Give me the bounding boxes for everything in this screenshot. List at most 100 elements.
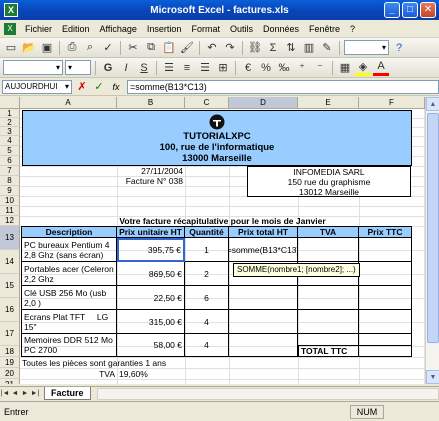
column-header-e[interactable]: E xyxy=(298,97,359,109)
row-header[interactable]: 19 xyxy=(0,357,20,368)
menu-outils[interactable]: Outils xyxy=(225,24,258,34)
cancel-icon[interactable]: ✗ xyxy=(75,80,89,93)
align-left-icon[interactable]: ☰ xyxy=(161,60,177,76)
menu-edition[interactable]: Edition xyxy=(57,24,95,34)
item-tva[interactable] xyxy=(298,334,359,346)
drawing-icon[interactable]: ✎ xyxy=(319,40,335,56)
vertical-scrollbar[interactable]: ▲ ▼ xyxy=(425,97,439,384)
align-center-icon[interactable]: ≡ xyxy=(179,60,195,76)
increase-decimal-icon[interactable]: ⁺ xyxy=(294,60,310,76)
chart-icon[interactable]: ▥ xyxy=(301,40,317,56)
menu-insertion[interactable]: Insertion xyxy=(142,24,187,34)
header-total-ht[interactable]: Prix total HT xyxy=(229,226,298,238)
decrease-decimal-icon[interactable]: ⁻ xyxy=(312,60,328,76)
row-header[interactable]: 20 xyxy=(0,368,20,379)
item-description[interactable]: Clé USB 256 Mo (usb 2,0 ) xyxy=(21,286,117,310)
row-header[interactable]: 10 xyxy=(0,196,20,206)
tva-value[interactable]: 19,60% xyxy=(117,368,185,379)
font-select[interactable]: ▾ xyxy=(3,60,63,75)
fill-color-icon[interactable]: ◈ xyxy=(355,60,371,76)
preview-icon[interactable]: ⌕ xyxy=(82,40,98,56)
horizontal-scrollbar[interactable] xyxy=(96,387,439,400)
maximize-button[interactable]: □ xyxy=(402,2,418,18)
row-header[interactable]: 17 xyxy=(0,322,20,346)
help-icon[interactable]: ? xyxy=(391,40,407,56)
name-box[interactable]: AUJOURDHUI ▾ xyxy=(2,79,72,94)
item-qty[interactable]: 4 xyxy=(185,334,229,357)
close-button[interactable]: ✕ xyxy=(420,2,436,18)
row-header[interactable]: 15 xyxy=(0,274,20,298)
column-header-f[interactable]: F xyxy=(359,97,425,109)
menu-format[interactable]: Format xyxy=(186,24,225,34)
header-quantity[interactable]: Quantité xyxy=(185,226,229,238)
row-header[interactable]: 14 xyxy=(0,250,20,274)
select-all-corner[interactable] xyxy=(0,97,20,109)
item-ttc[interactable] xyxy=(359,238,412,262)
borders-icon[interactable]: ▦ xyxy=(337,60,353,76)
menu-donnees[interactable]: Données xyxy=(258,24,304,34)
cut-icon[interactable]: ✂ xyxy=(125,40,141,56)
total-ttc-value[interactable] xyxy=(359,346,412,357)
column-header-a[interactable]: A xyxy=(20,97,117,109)
item-price[interactable]: 869,50 € xyxy=(117,262,185,286)
table-title[interactable]: Votre facture récapitulative pour le moi… xyxy=(20,216,425,226)
row-header[interactable]: 13 xyxy=(0,226,20,250)
item-price[interactable]: 315,00 € xyxy=(117,310,185,334)
copy-icon[interactable]: ⧉ xyxy=(143,40,159,56)
sheet-tab-facture[interactable]: Facture xyxy=(44,387,91,400)
menu-fichier[interactable]: Fichier xyxy=(20,24,57,34)
invoice-number[interactable]: Facture N° 038 xyxy=(117,176,185,186)
font-color-icon[interactable]: A xyxy=(373,60,389,76)
font-size-select[interactable]: ▾ xyxy=(65,60,91,75)
item-total[interactable] xyxy=(229,286,298,310)
row-header[interactable]: 9 xyxy=(0,186,20,196)
item-price[interactable]: 22,50 € xyxy=(117,286,185,310)
bold-icon[interactable]: G xyxy=(100,60,116,76)
item-total-editing[interactable]: =somme(B13*C13) xyxy=(229,238,298,262)
italic-icon[interactable]: I xyxy=(118,60,134,76)
item-ttc[interactable] xyxy=(359,286,412,310)
worksheet-grid[interactable]: A B C D E F 1 2 3 4 5 6 7 8 9 10 11 12 1… xyxy=(0,97,439,384)
item-ttc[interactable] xyxy=(359,310,412,334)
row-header[interactable]: 5 xyxy=(0,146,20,156)
print-icon[interactable]: ⎙ xyxy=(64,40,80,56)
row-header[interactable]: 8 xyxy=(0,176,20,186)
percent-icon[interactable]: % xyxy=(258,60,274,76)
paste-icon[interactable]: 📋 xyxy=(161,40,177,56)
row-header[interactable]: 12 xyxy=(0,216,20,226)
row-header[interactable]: 4 xyxy=(0,136,20,146)
document-icon[interactable]: X xyxy=(4,22,16,35)
item-qty[interactable]: 2 xyxy=(185,262,229,286)
sort-asc-icon[interactable]: ⇅ xyxy=(283,40,299,56)
spellcheck-icon[interactable]: ✓ xyxy=(100,40,116,56)
accept-icon[interactable]: ✓ xyxy=(92,80,106,93)
total-ttc-label[interactable]: TOTAL TTC xyxy=(298,346,359,357)
last-sheet-icon[interactable]: ►| xyxy=(30,390,40,397)
merge-center-icon[interactable]: ⊞ xyxy=(215,60,231,76)
save-icon[interactable]: ▣ xyxy=(39,40,55,56)
next-sheet-icon[interactable]: ► xyxy=(20,390,30,397)
scroll-thumb[interactable] xyxy=(427,113,439,343)
invoice-date[interactable]: 27/11/2004 xyxy=(117,166,185,176)
header-price-ttc[interactable]: Prix TTC xyxy=(359,226,412,238)
zoom-select[interactable]: ▾ xyxy=(344,40,389,55)
prev-sheet-icon[interactable]: ◄ xyxy=(10,390,20,397)
header-unit-price[interactable]: Prix unitaire HT xyxy=(117,226,185,238)
format-painter-icon[interactable]: 🖌 xyxy=(179,40,195,56)
menu-help[interactable]: ? xyxy=(345,24,360,34)
excel-icon[interactable]: X xyxy=(4,3,18,17)
undo-icon[interactable]: ↶ xyxy=(204,40,220,56)
item-price[interactable]: 58,00 € xyxy=(117,334,185,357)
open-icon[interactable]: 📂 xyxy=(21,40,37,56)
item-qty[interactable]: 6 xyxy=(185,286,229,310)
redo-icon[interactable]: ↷ xyxy=(222,40,238,56)
row-header[interactable]: 16 xyxy=(0,298,20,322)
row-header[interactable]: 3 xyxy=(0,127,20,136)
new-icon[interactable]: ▭ xyxy=(3,40,19,56)
row-header[interactable]: 7 xyxy=(0,166,20,176)
item-tva[interactable] xyxy=(298,310,359,334)
row-header[interactable]: 21 xyxy=(0,379,20,384)
thousands-icon[interactable]: ‰ xyxy=(276,60,292,76)
header-description[interactable]: Description xyxy=(21,226,117,238)
scroll-down-icon[interactable]: ▼ xyxy=(426,370,439,384)
